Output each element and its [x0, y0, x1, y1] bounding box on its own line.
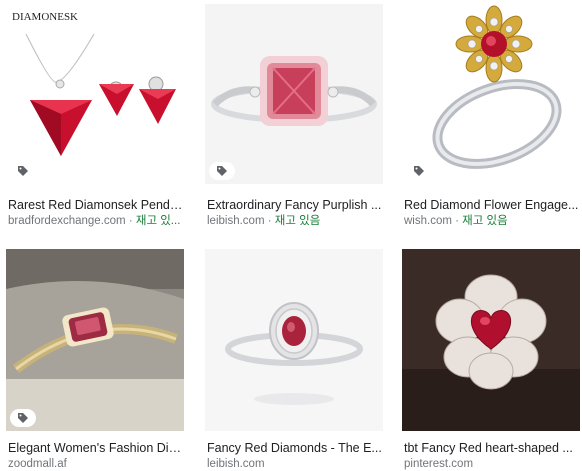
result-title[interactable]: Extraordinary Fancy Purplish ...	[207, 197, 383, 213]
flower-ring-image	[402, 4, 580, 184]
result-source[interactable]: bradfordexchange.com	[8, 215, 126, 227]
result-title[interactable]: Fancy Red Diamonds - The E...	[207, 440, 383, 456]
result-card: tbt Fancy Red heart-shaped ... pinterest…	[402, 249, 580, 471]
meta-separator: ·	[451, 215, 463, 227]
pendant-set-image: DIAMONESK	[6, 4, 184, 184]
result-source[interactable]: leibish.com	[207, 458, 265, 470]
meta-separator: ·	[264, 215, 275, 227]
tag-icon	[10, 409, 36, 427]
result-source[interactable]: leibish.com	[207, 215, 265, 227]
result-image-red-pendant-set[interactable]: DIAMONESK	[6, 4, 184, 184]
halo-ring-image	[205, 249, 383, 431]
result-image-purplish-ring[interactable]	[205, 4, 383, 184]
result-card: Fancy Red Diamonds - The E... leibish.co…	[205, 249, 383, 471]
result-image-halo-ring[interactable]	[205, 249, 383, 431]
result-card: Extraordinary Fancy Purplish ... leibish…	[205, 4, 383, 234]
brand-logo: DIAMONESK	[12, 11, 78, 23]
result-title[interactable]: Elegant Women's Fashion Dia...	[8, 440, 184, 456]
result-card: Red Diamond Flower Engage... wish.com · …	[402, 4, 580, 234]
heart-diamond-image	[402, 249, 580, 431]
result-source[interactable]: wish.com	[404, 215, 452, 227]
tag-icon	[209, 162, 235, 180]
image-results-grid: DIAMONESK Rarest Red Diamonsek Penda... …	[0, 0, 582, 471]
result-image-flower-ring[interactable]	[402, 4, 580, 184]
result-meta: pinterest.com	[404, 457, 580, 471]
result-source[interactable]: zoodmall.af	[8, 458, 67, 470]
tag-icon	[406, 162, 432, 180]
result-meta: bradfordexchange.com · 재고 있...	[8, 214, 184, 228]
stock-status: 재고 있음	[462, 215, 508, 227]
result-meta: wish.com · 재고 있음	[404, 214, 580, 228]
result-meta: leibish.com · 재고 있음	[207, 214, 383, 228]
box-ring-image	[6, 249, 184, 431]
stock-status: 재고 있음	[274, 215, 321, 227]
result-image-heart-diamond[interactable]	[402, 249, 580, 431]
result-title[interactable]: tbt Fancy Red heart-shaped ...	[404, 440, 580, 456]
result-meta: zoodmall.af	[8, 457, 184, 471]
result-image-box-ring[interactable]	[6, 249, 184, 431]
result-title[interactable]: Red Diamond Flower Engage...	[404, 197, 580, 213]
meta-separator: ·	[125, 215, 136, 227]
result-meta: leibish.com	[207, 457, 383, 471]
stock-status: 재고 있...	[135, 215, 181, 227]
result-source[interactable]: pinterest.com	[404, 458, 473, 470]
result-card: DIAMONESK Rarest Red Diamonsek Penda... …	[6, 4, 184, 234]
purplish-ring-image	[205, 4, 383, 184]
result-title[interactable]: Rarest Red Diamonsek Penda...	[8, 197, 184, 213]
tag-icon	[10, 162, 36, 180]
result-card: Elegant Women's Fashion Dia... zoodmall.…	[6, 249, 184, 471]
